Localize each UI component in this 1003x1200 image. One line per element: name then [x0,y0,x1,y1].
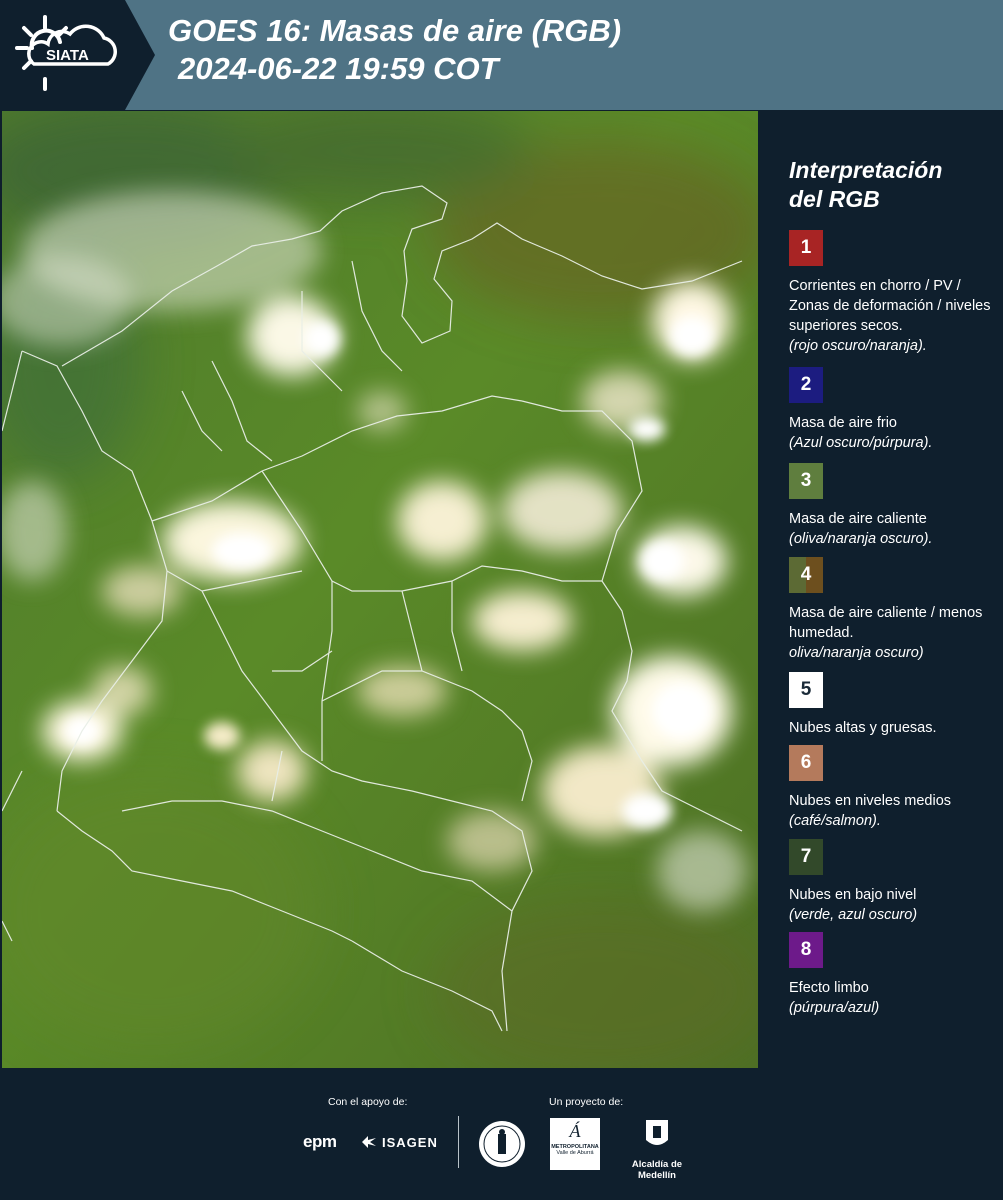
legend-description: Masa de aire caliente (oliva/naranja oscu… [789,511,933,547]
legend-description: Corrientes en chorro / PV / Zonas de def… [789,278,991,354]
medellin-seal [478,1120,526,1173]
legend-badge: 7 [789,839,823,875]
legend-title-line1: Interpretación [789,157,943,183]
legend-description: Masa de aire caliente / menos humedad. ol… [789,605,983,661]
legend-description: Masa de aire frio (Azul oscuro/púrpura). [789,415,933,451]
legend-description: Nubes en bajo nivel (verde, azul oscuro) [789,887,918,923]
area-line2: Valle de Aburrá [556,1150,594,1156]
header-bar: SIATA GOES 16: Masas de aire (RGB) 2024-… [0,0,1003,110]
legend-description: Efecto limbo (púrpura/azul) [789,980,880,1016]
title-product: GOES 16: Masas de aire (RGB) [168,13,622,48]
isagen-logo: ISAGEN [360,1134,438,1150]
area-script-icon: Á [569,1121,581,1141]
legend-badge: 5 [789,672,823,708]
footer-divider [458,1116,459,1168]
legend-badge: 8 [789,932,823,968]
alcaldia-text: Alcaldía de Medellín [631,1159,683,1181]
legend-badge: 2 [789,367,823,403]
legend-panel: Interpretación del RGB 1 Corrientes en c… [760,110,1003,1068]
title-datetime: 2024-06-22 19:59 COT [178,51,499,86]
legend-item: 1 Corrientes en chorro / PV / Zonas de d… [789,230,999,356]
project-label: Un proyecto de: [549,1096,624,1108]
seal-icon [479,1121,525,1167]
legend-title-line2: del RGB [789,186,880,212]
sun-cloud-icon: SIATA [15,15,117,91]
alcaldia-logo: Alcaldía de Medellín [612,1118,702,1181]
siata-logo: SIATA [0,0,155,110]
legend-description: Nubes altas y gruesas. [789,720,937,736]
epm-logo: epm [303,1132,337,1151]
legend-badge: 1 [789,230,823,266]
legend-badge: 4 [789,557,823,593]
legend-description: Nubes en niveles medios (café/salmon). [789,793,952,829]
legend-item: 8 Efecto limbo (púrpura/azul) [789,932,999,1018]
legend-item: 6 Nubes en niveles medios (café/salmon). [789,745,999,831]
legend-item: 5 Nubes altas y gruesas. [789,672,999,738]
area-metropolitana-logo: Á METROPOLITANA Valle de Aburrá [550,1118,600,1170]
page-title: GOES 16: Masas de aire (RGB) 2024-06-22 … [168,12,621,88]
logo-text: SIATA [46,47,89,64]
legend-item: 4 Masa de aire caliente / menos humedad.… [789,557,999,663]
satellite-image [2,111,758,1068]
isagen-mark-icon [362,1136,376,1148]
legend-title: Interpretación del RGB [789,156,942,214]
support-label: Con el apoyo de: [328,1096,408,1108]
legend-badge: 6 [789,745,823,781]
isagen-text: ISAGEN [382,1134,438,1150]
footer: Con el apoyo de: Un proyecto de: epm ISA… [0,1068,1003,1200]
legend-item: 3 Masa de aire caliente (oliva/naranja os… [789,463,999,549]
legend-badge: 3 [789,463,823,499]
legend-item: 2 Masa de aire frio (Azul oscuro/púrpura)… [789,367,999,453]
alcaldia-shield-icon [646,1120,668,1145]
legend-item: 7 Nubes en bajo nivel (verde, azul oscuro… [789,839,999,925]
